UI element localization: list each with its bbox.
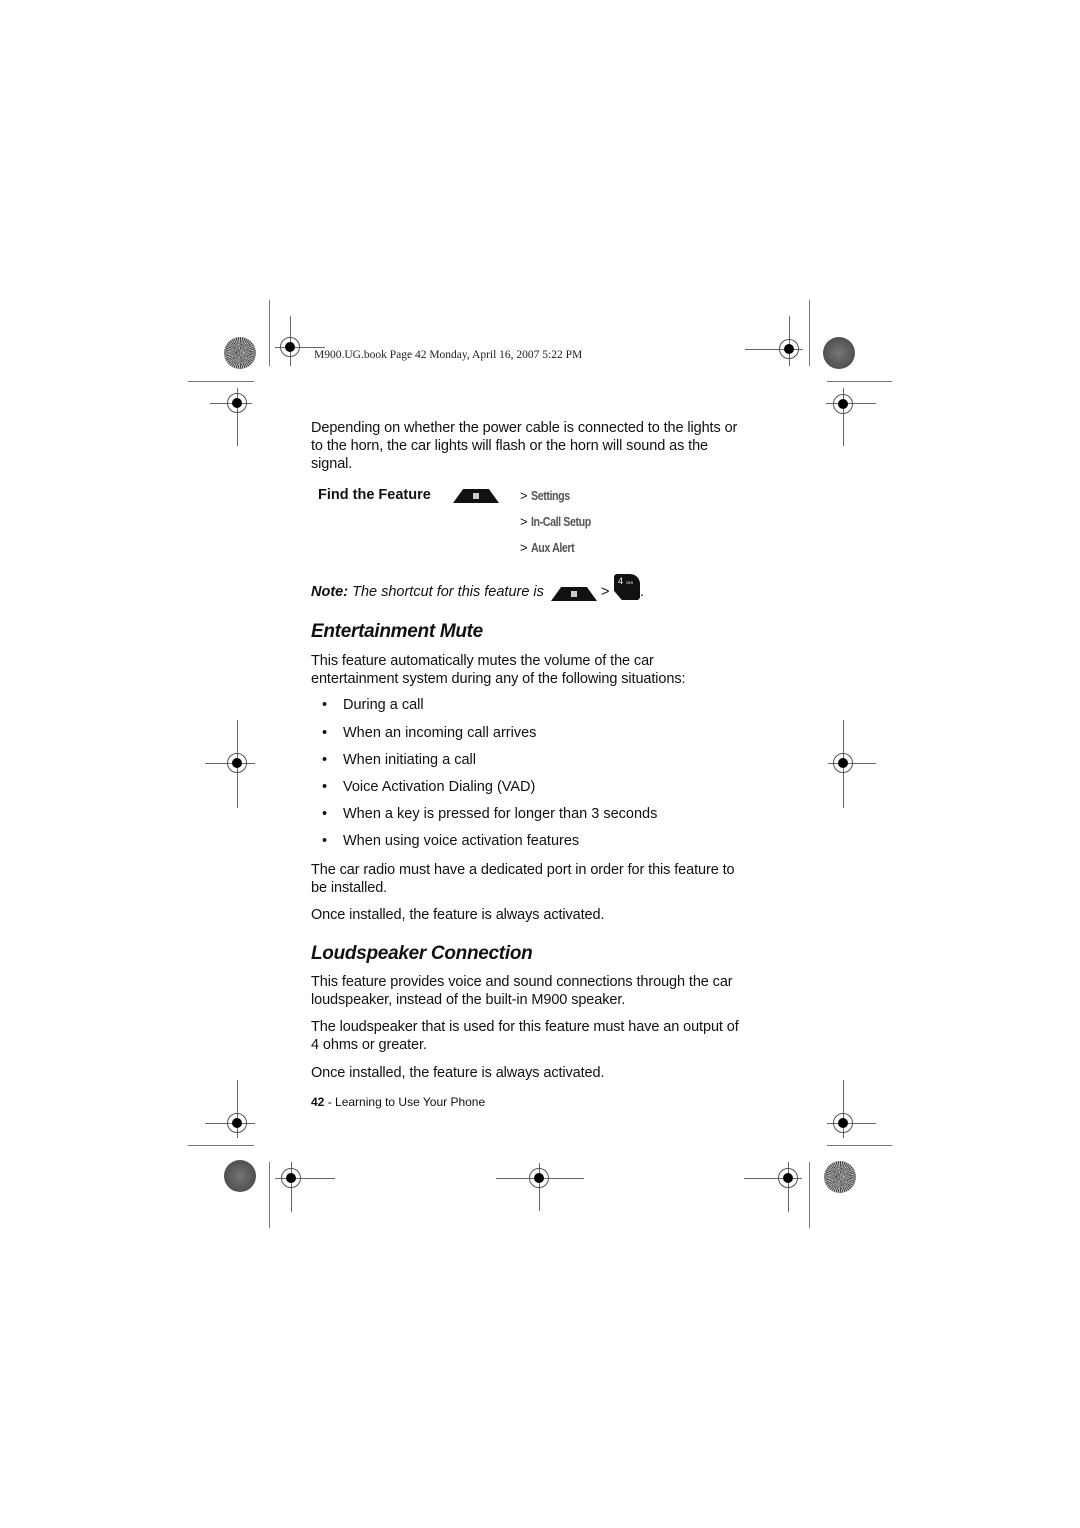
menu-key-icon bbox=[453, 489, 499, 503]
note-label: Note: bbox=[311, 584, 349, 600]
page-footer: 42 - Learning to Use Your Phone bbox=[311, 1095, 486, 1109]
registration-target-icon bbox=[227, 753, 247, 773]
paragraph: This feature provides voice and sound co… bbox=[311, 974, 733, 1008]
print-header-stamp: M900.UG.book Page 42 Monday, April 16, 2… bbox=[314, 349, 583, 361]
shortcut-note: Note: The shortcut for this feature is bbox=[311, 584, 544, 600]
crop-mark bbox=[269, 300, 270, 366]
registration-target-icon bbox=[778, 1168, 798, 1188]
registration-target-icon bbox=[281, 1168, 301, 1188]
registration-target-icon bbox=[227, 1113, 247, 1133]
section-title-entertainment-mute: Entertainment Mute bbox=[311, 621, 483, 642]
registration-target-icon bbox=[227, 393, 247, 413]
paragraph: Once installed, the feature is always ac… bbox=[311, 1065, 605, 1081]
registration-star-icon bbox=[224, 337, 256, 369]
menu-path-item: > Aux Alert bbox=[520, 540, 575, 555]
paragraph: The loudspeaker that is used for this fe… bbox=[311, 1019, 739, 1053]
menu-path-item: > Settings bbox=[520, 488, 571, 503]
chapter-title: Learning to Use Your Phone bbox=[335, 1095, 486, 1109]
menu-key-icon bbox=[551, 587, 597, 601]
crop-mark bbox=[269, 1162, 270, 1228]
menu-item-in-call-setup: In-Call Setup bbox=[531, 514, 592, 529]
crop-mark bbox=[809, 300, 810, 366]
menu-item-settings: Settings bbox=[531, 488, 571, 503]
section-intro: This feature automatically mutes the vol… bbox=[311, 653, 686, 687]
registration-star-icon bbox=[823, 337, 855, 369]
registration-target-icon bbox=[779, 339, 799, 359]
registration-target-icon bbox=[833, 394, 853, 414]
crop-mark bbox=[827, 381, 892, 382]
section-title-loudspeaker-connection: Loudspeaker Connection bbox=[311, 943, 533, 964]
note-separator: > bbox=[601, 584, 610, 600]
registration-target-icon bbox=[833, 753, 853, 773]
registration-star-icon bbox=[824, 1161, 856, 1193]
page-number: 42 bbox=[311, 1095, 325, 1109]
note-end: . bbox=[640, 584, 645, 600]
registration-target-icon bbox=[529, 1168, 549, 1188]
paragraph: The car radio must have a dedicated port… bbox=[311, 862, 735, 896]
registration-target-icon bbox=[833, 1113, 853, 1133]
find-the-feature-label: Find the Feature bbox=[318, 487, 431, 503]
intro-paragraph: Depending on whether the power cable is … bbox=[311, 420, 738, 472]
paragraph: Once installed, the feature is always ac… bbox=[311, 907, 605, 923]
key-4-icon: 4 GHI bbox=[614, 574, 640, 600]
menu-item-aux-alert: Aux Alert bbox=[531, 540, 575, 555]
crop-mark bbox=[827, 1145, 892, 1146]
registration-target-icon bbox=[280, 337, 300, 357]
menu-path-item: > In-Call Setup bbox=[520, 514, 592, 529]
crop-mark bbox=[809, 1162, 810, 1228]
crop-mark bbox=[188, 1145, 254, 1146]
registration-star-icon bbox=[224, 1160, 256, 1192]
crop-mark bbox=[188, 381, 254, 382]
